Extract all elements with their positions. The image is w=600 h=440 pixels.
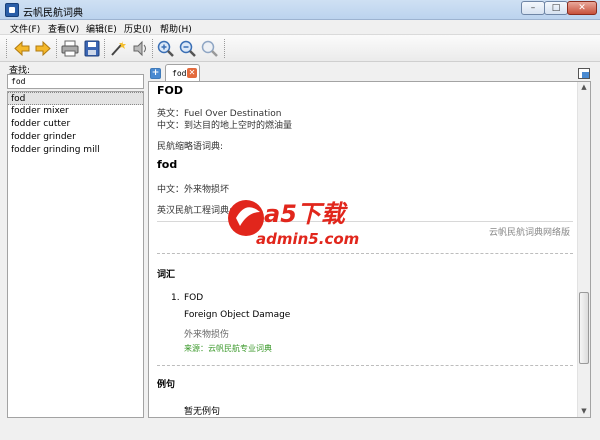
list-item[interactable]: fodder mixer (8, 105, 143, 118)
minimize-button[interactable]: – (521, 1, 545, 15)
scroll-up-icon[interactable]: ▲ (578, 82, 590, 93)
list-item[interactable]: fodder cutter (8, 118, 143, 131)
list-item[interactable]: fodder grinding mill (8, 144, 143, 157)
entry-source-abbr: 民航缩略语词典: (157, 142, 224, 152)
list-item[interactable]: fodder grinder (8, 131, 143, 144)
menu-edit[interactable]: 编辑(E) (86, 22, 117, 35)
back-arrow-icon[interactable] (12, 39, 32, 58)
entry-chinese-2: 中文：外来物损坏 (157, 185, 230, 195)
menu-file[interactable]: 文件(F) (10, 22, 40, 35)
save-icon[interactable] (82, 39, 102, 58)
forward-arrow-icon[interactable] (33, 39, 53, 58)
zoom-out-icon[interactable] (178, 39, 198, 58)
tab-fod[interactable]: fod ✕ (165, 64, 200, 81)
speaker-icon[interactable] (130, 39, 150, 58)
menu-view[interactable]: 查看(V) (48, 22, 79, 35)
word-list[interactable]: fod fodder mixer fodder cutter fodder gr… (7, 91, 144, 418)
toolbar-grip (6, 39, 7, 58)
menu-bar: 文件(F) 查看(V) 编辑(E) 历史(I) 帮助(H) (0, 20, 600, 35)
app-icon (5, 3, 19, 17)
watermark-brand: a5下载 (264, 200, 349, 228)
watermark-site: admin5.com (256, 230, 359, 248)
list-item[interactable]: fod (8, 92, 143, 105)
close-button[interactable]: ✕ (567, 1, 597, 15)
search-input[interactable]: fod (7, 74, 144, 89)
print-icon[interactable] (60, 39, 80, 58)
vertical-scrollbar[interactable]: ▲ ▼ (577, 82, 590, 417)
vocab-source: 来源：云帆民航专业词典 (184, 344, 272, 353)
divider (157, 365, 573, 366)
add-tab-button[interactable]: + (150, 68, 161, 79)
divider (157, 253, 573, 254)
title-bar: 云帆民航词典 – □ ✕ (0, 0, 600, 20)
menu-history[interactable]: 历史(I) (124, 22, 152, 35)
toolbar-separator (104, 39, 105, 58)
toolbar (0, 35, 600, 62)
magic-wand-icon[interactable] (108, 39, 128, 58)
watermark-logo: a5下载 admin5.com (226, 192, 376, 250)
entry-source-eng: 英汉民航工程词典: (157, 206, 233, 216)
zoom-in-icon[interactable] (156, 39, 176, 58)
window-title: 云帆民航词典 (23, 8, 83, 19)
scroll-thumb[interactable] (579, 292, 589, 364)
maximize-button[interactable]: □ (544, 1, 568, 15)
toolbar-separator (224, 39, 225, 58)
vocab-term: FOD (184, 293, 204, 303)
entry-headword: FOD (157, 84, 183, 97)
entry-chinese: 中文：到达目的地上空时的燃油量 (157, 121, 293, 131)
vocab-chinese: 外来物损伤 (184, 330, 230, 340)
vocab-heading: 词汇 (157, 270, 176, 280)
no-examples-text: 暂无例句 (184, 407, 221, 417)
footer-source: 云帆民航词典网络版 (488, 228, 570, 238)
tab-label: fod (172, 69, 187, 78)
toolbar-separator (56, 39, 57, 58)
examples-heading: 例句 (157, 380, 176, 390)
vocab-number: 1. (171, 293, 180, 303)
panel-toggle-icon[interactable] (578, 68, 590, 79)
zoom-reset-icon[interactable] (200, 39, 220, 58)
vocab-full-term: Foreign Object Damage (184, 310, 291, 320)
entry-headword-2: fod (157, 158, 178, 171)
scroll-down-icon[interactable]: ▼ (578, 406, 590, 417)
menu-help[interactable]: 帮助(H) (160, 22, 192, 35)
tab-close-icon[interactable]: ✕ (187, 68, 197, 78)
toolbar-separator (152, 39, 153, 58)
